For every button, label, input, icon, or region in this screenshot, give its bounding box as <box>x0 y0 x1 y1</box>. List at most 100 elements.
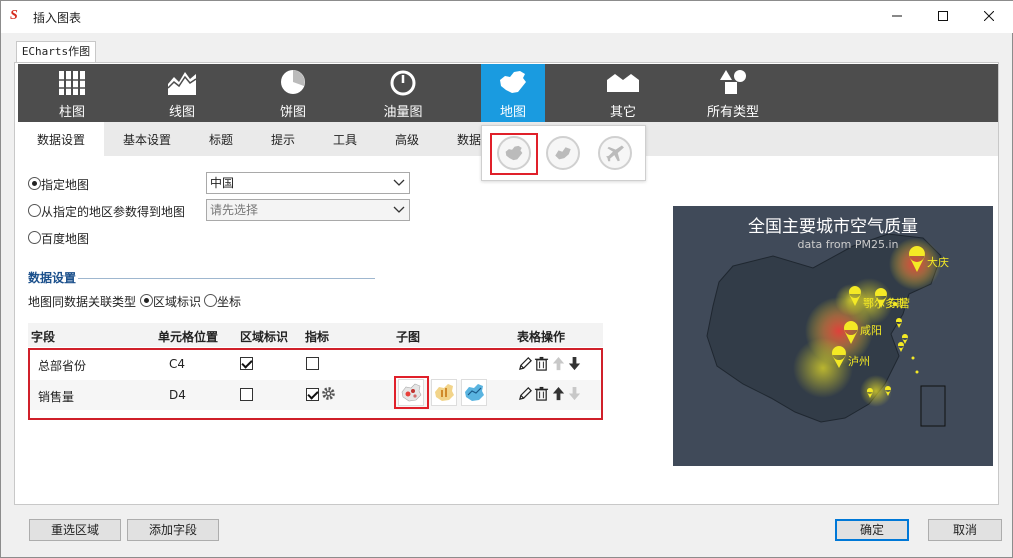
radio-region-id-label: 区域标识 <box>153 295 202 309</box>
tab-title[interactable]: 标题 <box>198 122 244 156</box>
chart-type-label: 饼图 <box>279 105 306 120</box>
other-chart-icon <box>607 74 639 92</box>
line-map-icon <box>465 384 484 401</box>
tab-data-settings[interactable]: 数据设置 <box>18 122 104 156</box>
assoc-type-label: 地图同数据关联类型 <box>28 295 137 309</box>
tab-basic-settings[interactable]: 基本设置 <box>112 122 182 156</box>
field-grid-header: 字段 单元格位置 区域标识 指标 子图 表格操作 <box>28 323 603 347</box>
preview-subtitle: data from PM25.in <box>797 238 899 251</box>
tab-echarts[interactable]: ECharts作图 <box>16 41 96 63</box>
chart-type-label: 其它 <box>609 105 636 120</box>
minimize-icon <box>892 15 902 17</box>
chart-type-bar: 柱图 线图 饼图 油量图 地图 其它 所有类型 <box>18 64 998 122</box>
all-types-icon <box>720 70 746 94</box>
insert-chart-dialog: S 插入图表 ECharts作图 柱图 线图 饼图 油量图 地图 其它 所有类型… <box>0 0 1013 558</box>
gear-icon[interactable] <box>321 386 336 401</box>
param-map-select[interactable]: 请先选择 <box>206 199 410 221</box>
china-map-icon <box>505 145 523 161</box>
row1-region-checkbox[interactable] <box>240 357 253 370</box>
chart-preview: 全国主要城市空气质量 data from PM25.in 大庆 鄂尔多斯 东营 … <box>673 206 993 466</box>
move-down-icon[interactable] <box>567 386 582 401</box>
radio-coordinate[interactable] <box>204 294 217 307</box>
chart-type-all[interactable]: 所有类型 <box>691 64 775 122</box>
row2-metric-checkbox[interactable] <box>306 388 319 401</box>
col-metric: 指标 <box>305 330 330 344</box>
chart-type-label: 地图 <box>499 105 526 120</box>
delete-trash-icon[interactable] <box>534 386 549 401</box>
subchart-option-3[interactable] <box>461 379 487 406</box>
col-cell: 单元格位置 <box>158 330 219 344</box>
col-region: 区域标识 <box>240 330 289 344</box>
chart-type-pie-chart[interactable]: 饼图 <box>261 64 325 122</box>
chart-type-line-chart[interactable]: 线图 <box>150 64 214 122</box>
cancel-button[interactable]: 取消 <box>928 519 1002 541</box>
col-ops: 表格操作 <box>517 330 566 344</box>
city-label: 大庆 <box>927 256 949 269</box>
preview-title: 全国主要城市空气质量 <box>748 217 918 237</box>
delete-trash-icon[interactable] <box>534 356 549 371</box>
title-bar[interactable]: S 插入图表 <box>1 1 1013 33</box>
radio-param-map-label: 从指定的地区参数得到地图 <box>41 205 186 219</box>
chart-type-bar-chart[interactable]: 柱图 <box>40 64 104 122</box>
move-up-icon[interactable] <box>551 386 566 401</box>
close-icon <box>984 11 994 21</box>
chevron-down-icon <box>393 179 405 186</box>
move-down-icon[interactable] <box>567 356 582 371</box>
row1-cell: C4 <box>169 357 186 371</box>
map-subtype-popup <box>481 125 646 181</box>
subchart-option-2[interactable] <box>431 379 457 406</box>
tab-tools[interactable]: 工具 <box>322 122 368 156</box>
radio-coordinate-label: 坐标 <box>217 295 242 309</box>
map-china-icon <box>500 71 526 93</box>
city-label: 泸州 <box>848 355 870 368</box>
add-field-button[interactable]: 添加字段 <box>127 519 219 541</box>
app-logo-icon: S <box>10 8 18 23</box>
row1-metric-checkbox[interactable] <box>306 357 319 370</box>
window-title: 插入图表 <box>33 11 82 25</box>
close-button[interactable] <box>966 1 1012 31</box>
radio-param-map[interactable] <box>28 204 41 217</box>
subtype-china-map[interactable] <box>497 136 531 170</box>
city-label: 咸阳 <box>860 324 882 337</box>
move-up-icon[interactable] <box>551 356 566 371</box>
maximize-button[interactable] <box>920 1 966 31</box>
section-divider <box>78 278 375 279</box>
subtype-flight-map[interactable] <box>598 136 632 170</box>
param-map-select-placeholder: 请先选择 <box>210 203 259 217</box>
pie-map-icon <box>401 383 422 402</box>
minimize-button[interactable] <box>874 1 920 31</box>
chart-type-label: 油量图 <box>383 105 423 120</box>
chart-type-other[interactable]: 其它 <box>591 64 655 122</box>
city-label: 东营 <box>888 297 910 310</box>
radio-baidu-map[interactable] <box>28 231 41 244</box>
row2-cell: D4 <box>169 388 186 402</box>
subchart-option-1[interactable] <box>398 379 424 406</box>
row1-field: 总部省份 <box>38 359 87 373</box>
edit-pencil-icon[interactable] <box>518 356 533 371</box>
chart-type-gauge[interactable]: 油量图 <box>371 64 435 122</box>
chart-type-map[interactable]: 地图 <box>481 64 545 122</box>
subtype-province-map[interactable] <box>546 136 580 170</box>
chart-type-label: 线图 <box>168 105 195 120</box>
reselect-area-button[interactable]: 重选区域 <box>29 519 121 541</box>
chart-type-label: 所有类型 <box>706 105 759 120</box>
bar-chart-icon <box>59 71 85 95</box>
province-map-icon <box>555 147 571 160</box>
tab-tooltip[interactable]: 提示 <box>260 122 306 156</box>
map-select-value: 中国 <box>210 176 235 190</box>
edit-pencil-icon[interactable] <box>518 386 533 401</box>
ok-button[interactable]: 确定 <box>835 519 909 541</box>
line-chart-icon <box>167 72 197 95</box>
radio-specified-map[interactable] <box>28 177 41 190</box>
row2-field: 销售量 <box>38 390 75 404</box>
tab-advanced[interactable]: 高级 <box>384 122 430 156</box>
col-subchart: 子图 <box>396 330 421 344</box>
map-select[interactable]: 中国 <box>206 172 410 194</box>
chevron-down-icon <box>393 206 405 213</box>
gauge-icon <box>390 70 416 96</box>
row2-region-checkbox[interactable] <box>240 388 253 401</box>
chart-type-label: 柱图 <box>58 105 85 120</box>
pie-chart-icon <box>281 70 305 94</box>
radio-region-id[interactable] <box>140 294 153 307</box>
bar-map-icon <box>435 384 454 401</box>
